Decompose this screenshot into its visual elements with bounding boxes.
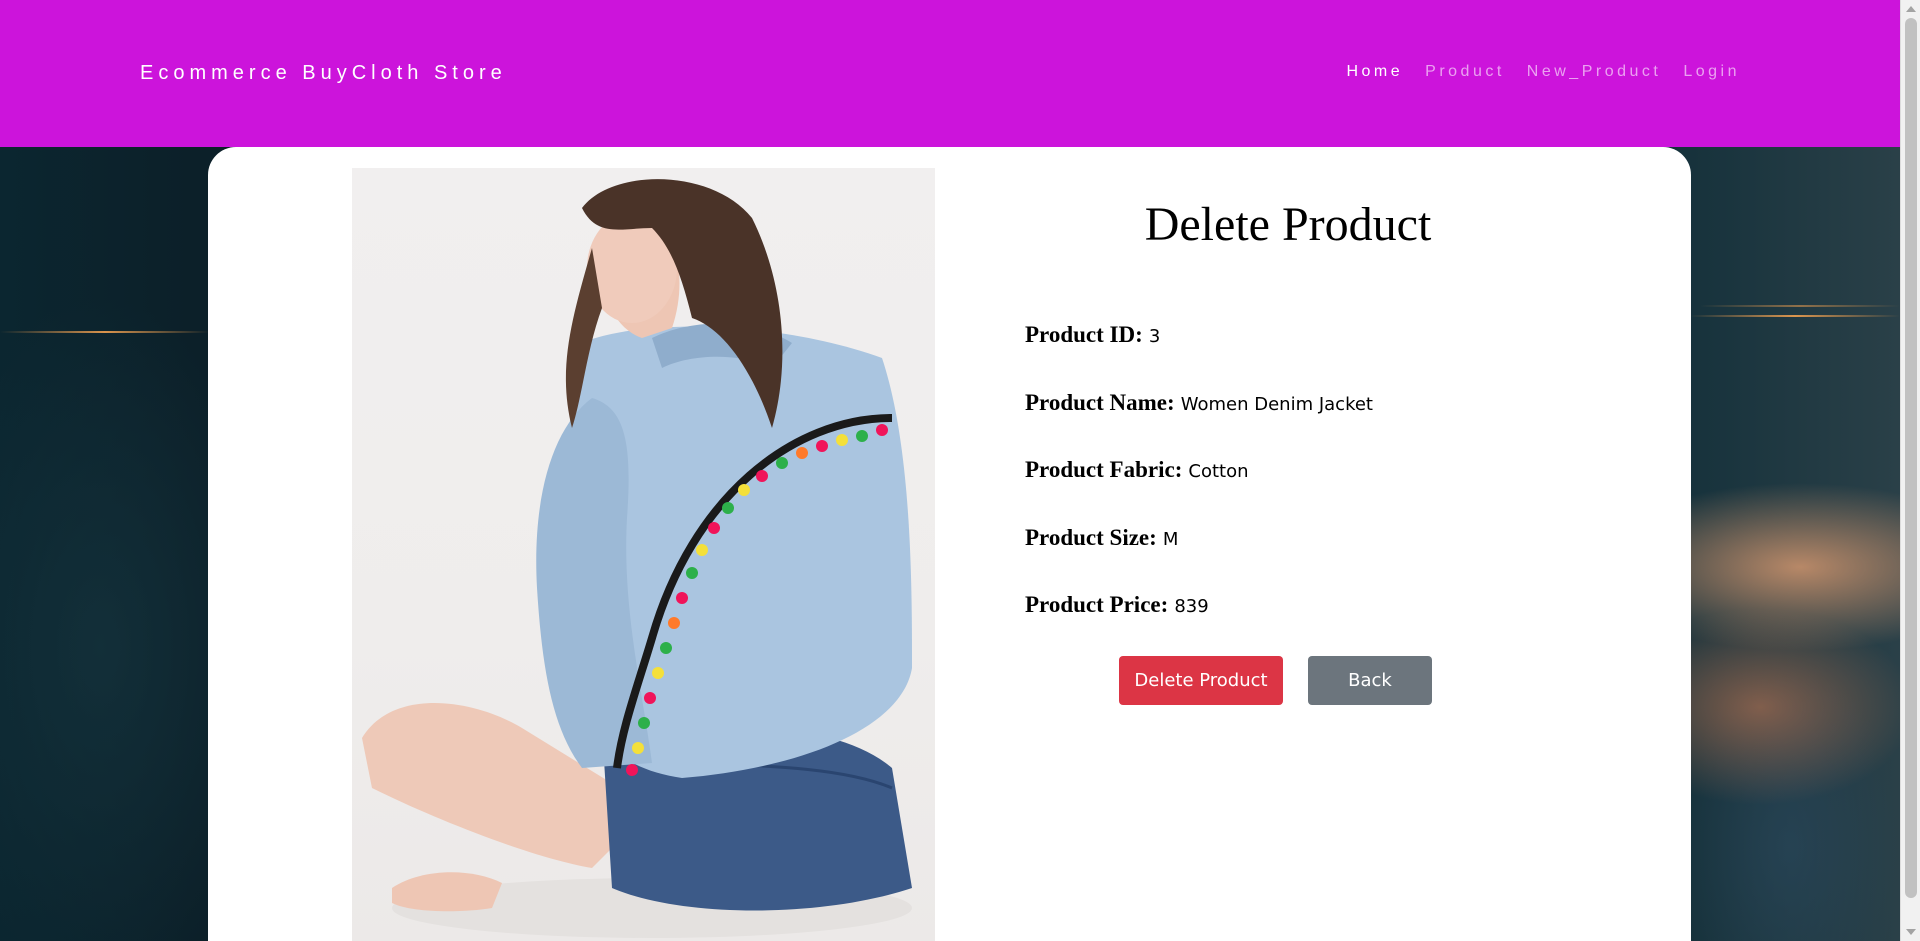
nav-link-home[interactable]: Home xyxy=(1346,63,1403,81)
detail-value: 839 xyxy=(1174,596,1209,617)
detail-product-size: Product Size: M xyxy=(1025,525,1178,551)
vertical-scrollbar[interactable] xyxy=(1900,0,1920,941)
brand-logo-text[interactable]: Ecommerce BuyCloth Store xyxy=(140,62,507,85)
detail-label: Product ID: xyxy=(1025,322,1143,347)
detail-value: 3 xyxy=(1148,326,1161,347)
detail-label: Product Size: xyxy=(1025,525,1157,550)
scroll-down-icon[interactable] xyxy=(1906,929,1916,935)
detail-product-id: Product ID: 3 xyxy=(1025,322,1160,348)
detail-product-name: Product Name: Women Denim Jacket xyxy=(1025,390,1373,416)
detail-value: Women Denim Jacket xyxy=(1180,394,1373,415)
detail-label: Product Name: xyxy=(1025,390,1175,415)
nav-links: Home Product New_Product Login xyxy=(1324,63,1740,81)
scrollbar-thumb[interactable] xyxy=(1905,18,1917,898)
back-button[interactable]: Back xyxy=(1308,656,1432,705)
detail-product-price: Product Price: 839 xyxy=(1025,592,1209,618)
nav-link-login[interactable]: Login xyxy=(1683,63,1740,81)
scroll-up-icon[interactable] xyxy=(1906,6,1916,12)
product-image xyxy=(352,168,935,941)
delete-product-button[interactable]: Delete Product xyxy=(1119,656,1283,705)
detail-product-fabric: Product Fabric: Cotton xyxy=(1025,457,1249,483)
detail-value: M xyxy=(1162,529,1179,550)
nav-link-product[interactable]: Product xyxy=(1425,63,1505,81)
detail-label: Product Price: xyxy=(1025,592,1169,617)
navbar: Ecommerce BuyCloth Store Home Product Ne… xyxy=(0,0,1900,147)
detail-value: Cotton xyxy=(1188,461,1249,482)
page-title: Delete Product xyxy=(1144,198,1432,251)
product-photo-illustration xyxy=(362,179,912,938)
nav-link-new-product[interactable]: New_Product xyxy=(1527,63,1662,81)
product-card: Delete Product Product ID: 3 Product Nam… xyxy=(208,147,1691,941)
detail-label: Product Fabric: xyxy=(1025,457,1183,482)
